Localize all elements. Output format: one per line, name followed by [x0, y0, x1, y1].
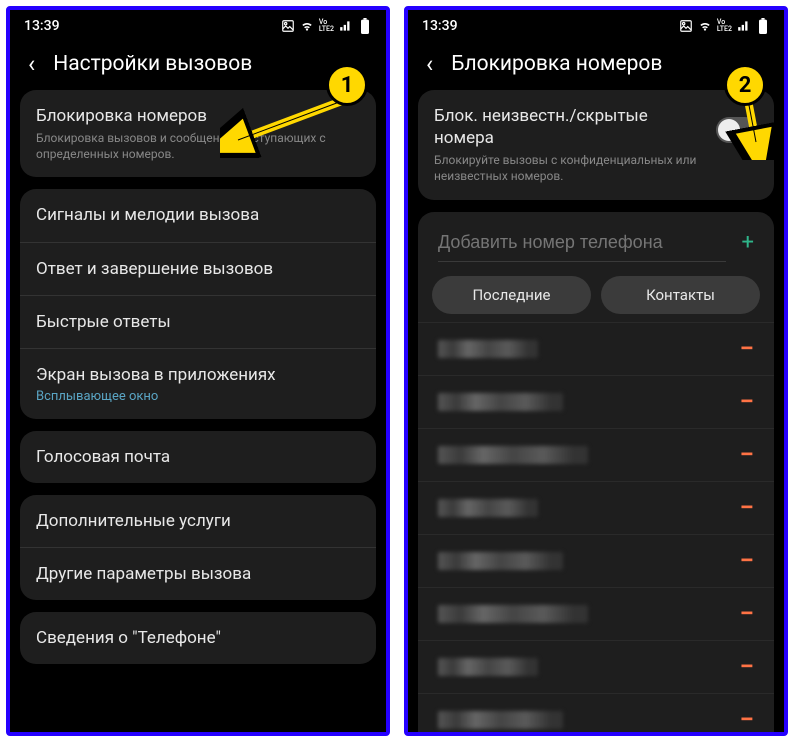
block-unknown-card: Блок. неизвестн./скрытые номера Блокируй…: [418, 90, 774, 200]
blocked-number-row: −: [418, 640, 774, 693]
remove-number-button[interactable]: −: [733, 548, 760, 574]
status-icons: VoLTE2: [281, 19, 372, 33]
other-params-item[interactable]: Другие параметры вызова: [20, 548, 376, 600]
blocked-number-row: −: [418, 534, 774, 587]
page-title: Блокировка номеров: [451, 52, 662, 76]
block-numbers-item[interactable]: Блокировка номеров Блокировка вызовов и …: [20, 90, 376, 177]
page-title: Настройки вызовов: [53, 52, 252, 76]
remove-number-button[interactable]: −: [733, 389, 760, 415]
blocked-number-row: −: [418, 428, 774, 481]
blocked-number-list: −−−−−−−−−: [418, 322, 774, 736]
content: Блокировка номеров Блокировка вызовов и …: [10, 90, 386, 664]
annotation-badge-2: 2: [724, 64, 766, 106]
add-number-button[interactable]: +: [736, 226, 760, 259]
wifi-icon: [698, 19, 712, 33]
lte-indicator: VoLTE2: [319, 19, 334, 33]
contacts-button[interactable]: Контакты: [601, 276, 760, 314]
blocked-number-blurred: [438, 658, 538, 676]
status-time: 13:39: [422, 18, 458, 34]
remove-number-button[interactable]: −: [733, 654, 760, 680]
battery-icon: [358, 19, 372, 33]
blocked-number-row: −: [418, 481, 774, 534]
blocked-number-blurred: [438, 711, 563, 729]
remove-number-button[interactable]: −: [733, 336, 760, 362]
item-subtitle: Блокировка вызовов и сообщений, поступаю…: [36, 130, 360, 162]
answer-end-item[interactable]: Ответ и завершение вызовов: [20, 243, 376, 296]
item-title: Блок. неизвестн./скрытые номера: [434, 105, 704, 149]
settings-group: Блокировка номеров Блокировка вызовов и …: [20, 90, 376, 177]
status-time: 13:39: [24, 18, 60, 34]
remove-number-button[interactable]: −: [733, 495, 760, 521]
back-button[interactable]: ‹: [426, 52, 433, 76]
block-unknown-toggle[interactable]: [716, 117, 758, 143]
blocked-number-blurred: [438, 340, 538, 358]
call-screen-item[interactable]: Экран вызова в приложениях Всплывающее о…: [20, 349, 376, 419]
wifi-icon: [300, 19, 314, 33]
settings-group: Дополнительные услуги Другие параметры в…: [20, 495, 376, 600]
blocked-list-card: + Последние Контакты −−−−−−−−−: [418, 212, 774, 736]
blocked-number-row: −: [418, 322, 774, 375]
settings-group: Сведения о "Телефоне": [20, 612, 376, 664]
phone-screen-2: 13:39 VoLTE2 ‹ Блокировка номеров 2 Блок…: [404, 6, 788, 736]
blocked-number-blurred: [438, 552, 563, 570]
back-button[interactable]: ‹: [28, 52, 35, 76]
battery-icon: [756, 19, 770, 33]
signal-icon: [737, 19, 751, 33]
block-unknown-toggle-row[interactable]: Блок. неизвестн./скрытые номера Блокируй…: [418, 90, 774, 200]
supplementary-item[interactable]: Дополнительные услуги: [20, 495, 376, 548]
blocked-number-blurred: [438, 393, 563, 411]
recent-button[interactable]: Последние: [432, 276, 591, 314]
phone-screen-1: 13:39 VoLTE2 ‹ Настройки вызовов 1 Блоки…: [6, 6, 390, 736]
voicemail-item[interactable]: Голосовая почта: [20, 431, 376, 483]
about-phone-item[interactable]: Сведения о "Телефоне": [20, 612, 376, 664]
quick-replies-item[interactable]: Быстрые ответы: [20, 296, 376, 349]
signal-icon: [339, 19, 353, 33]
blocked-number-row: −: [418, 693, 774, 736]
add-number-row: +: [418, 220, 774, 276]
source-buttons: Последние Контакты: [418, 276, 774, 322]
remove-number-button[interactable]: −: [733, 442, 760, 468]
blocked-number-row: −: [418, 375, 774, 428]
blocked-number-row: −: [418, 587, 774, 640]
image-icon: [281, 19, 295, 33]
remove-number-button[interactable]: −: [733, 707, 760, 733]
content: Блок. неизвестн./скрытые номера Блокируй…: [408, 90, 784, 736]
lte-indicator: VoLTE2: [717, 19, 732, 33]
add-number-input[interactable]: [438, 224, 726, 262]
remove-number-button[interactable]: −: [733, 601, 760, 627]
ringtones-item[interactable]: Сигналы и мелодии вызова: [20, 189, 376, 242]
item-title: Блокировка номеров: [36, 105, 360, 127]
item-subtitle: Блокируйте вызовы с конфиденциальных или…: [434, 152, 704, 184]
status-bar: 13:39 VoLTE2: [10, 10, 386, 42]
blocked-number-blurred: [438, 446, 588, 464]
settings-group: Голосовая почта: [20, 431, 376, 483]
blocked-number-blurred: [438, 605, 588, 623]
image-icon: [679, 19, 693, 33]
status-icons: VoLTE2: [679, 19, 770, 33]
status-bar: 13:39 VoLTE2: [408, 10, 784, 42]
settings-group: Сигналы и мелодии вызова Ответ и заверше…: [20, 189, 376, 418]
blocked-number-blurred: [438, 499, 538, 517]
annotation-badge-1: 1: [326, 64, 368, 106]
